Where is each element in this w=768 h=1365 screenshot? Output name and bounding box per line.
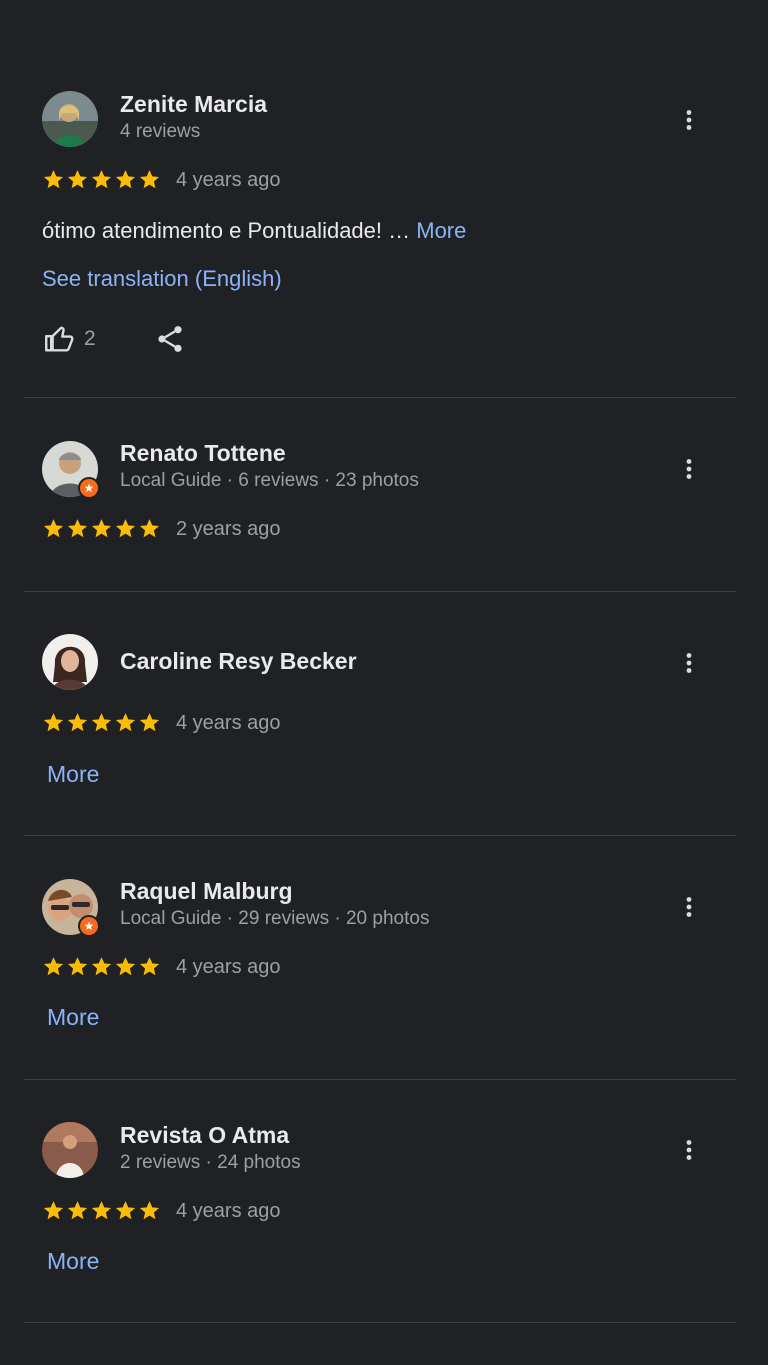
star-icon	[90, 711, 113, 734]
reviewer-name[interactable]: Raquel Malburg	[120, 878, 293, 905]
avatar[interactable]	[42, 879, 100, 937]
star-icon	[138, 711, 161, 734]
star-rating	[42, 168, 161, 191]
divider	[24, 835, 736, 836]
star-icon	[138, 955, 161, 978]
divider	[24, 397, 736, 398]
avatar[interactable]	[42, 634, 98, 690]
review-date: 4 years ago	[176, 712, 281, 734]
star-icon	[114, 955, 137, 978]
star-rating	[42, 955, 161, 978]
review-date: 4 years ago	[176, 956, 281, 978]
avatar[interactable]	[42, 441, 100, 499]
star-icon	[66, 711, 89, 734]
reviewer-meta: 4 reviews	[120, 121, 201, 142]
star-icon	[138, 168, 161, 191]
star-icon	[114, 517, 137, 540]
more-options-button[interactable]	[672, 449, 706, 489]
like-count: 2	[84, 327, 96, 350]
user-photo-icon	[42, 91, 98, 147]
reviewer-name[interactable]: Zenite Marcia	[120, 91, 267, 118]
review-actions: 2	[42, 322, 186, 356]
star-icon	[66, 1199, 89, 1222]
star-icon	[90, 1199, 113, 1222]
review-text-body: ótimo atendimento e Pontualidade! …	[42, 218, 411, 243]
star-icon	[42, 168, 65, 191]
star-rating	[42, 711, 161, 734]
more-link[interactable]: More	[47, 761, 99, 788]
reviewer-meta: Local Guide · 29 reviews · 20 photos	[120, 908, 430, 929]
star-icon	[42, 711, 65, 734]
star-icon	[42, 955, 65, 978]
more-link[interactable]: More	[47, 1004, 99, 1031]
star-rating	[42, 517, 161, 540]
share-icon	[158, 326, 182, 352]
more-vert-icon	[677, 891, 701, 923]
star-icon	[90, 168, 113, 191]
user-photo-icon	[42, 634, 98, 690]
star-icon	[90, 517, 113, 540]
see-translation-link[interactable]: See translation (English)	[42, 266, 282, 292]
more-link[interactable]: More	[416, 218, 466, 243]
more-vert-icon	[677, 647, 701, 679]
star-icon	[42, 517, 65, 540]
avatar[interactable]	[42, 91, 98, 147]
star-icon	[114, 1199, 137, 1222]
star-icon	[114, 711, 137, 734]
reviewer-meta: Local Guide · 6 reviews · 23 photos	[120, 470, 419, 491]
star-icon	[66, 168, 89, 191]
review-text: ótimo atendimento e Pontualidade! … More	[42, 218, 466, 244]
star-rating	[42, 1199, 161, 1222]
more-options-button[interactable]	[672, 1130, 706, 1170]
like-button[interactable]: 2	[42, 322, 96, 356]
more-link[interactable]: More	[47, 1248, 99, 1275]
more-vert-icon	[677, 104, 701, 136]
more-vert-icon	[677, 453, 701, 485]
user-photo-icon	[42, 1122, 98, 1178]
review-date: 4 years ago	[176, 1200, 281, 1222]
thumb-up-icon	[45, 326, 74, 352]
reviewer-meta: 2 reviews · 24 photos	[120, 1152, 301, 1173]
divider	[24, 1079, 736, 1080]
share-button[interactable]	[154, 322, 186, 356]
star-icon	[66, 955, 89, 978]
reviewer-name[interactable]: Caroline Resy Becker	[120, 648, 357, 675]
local-guide-badge-icon	[78, 915, 100, 937]
divider	[24, 1322, 736, 1323]
divider	[24, 591, 736, 592]
more-options-button[interactable]	[672, 100, 706, 140]
star-icon	[114, 168, 137, 191]
local-guide-badge-icon	[78, 477, 100, 499]
star-icon	[66, 517, 89, 540]
avatar[interactable]	[42, 1122, 98, 1178]
more-options-button[interactable]	[672, 887, 706, 927]
star-icon	[90, 955, 113, 978]
review-date: 4 years ago	[176, 169, 281, 191]
more-options-button[interactable]	[672, 643, 706, 683]
star-icon	[42, 1199, 65, 1222]
more-vert-icon	[677, 1134, 701, 1166]
reviewer-name[interactable]: Revista O Atma	[120, 1122, 289, 1149]
star-icon	[138, 1199, 161, 1222]
star-icon	[138, 517, 161, 540]
review-date: 2 years ago	[176, 518, 281, 540]
reviewer-name[interactable]: Renato Tottene	[120, 440, 286, 467]
